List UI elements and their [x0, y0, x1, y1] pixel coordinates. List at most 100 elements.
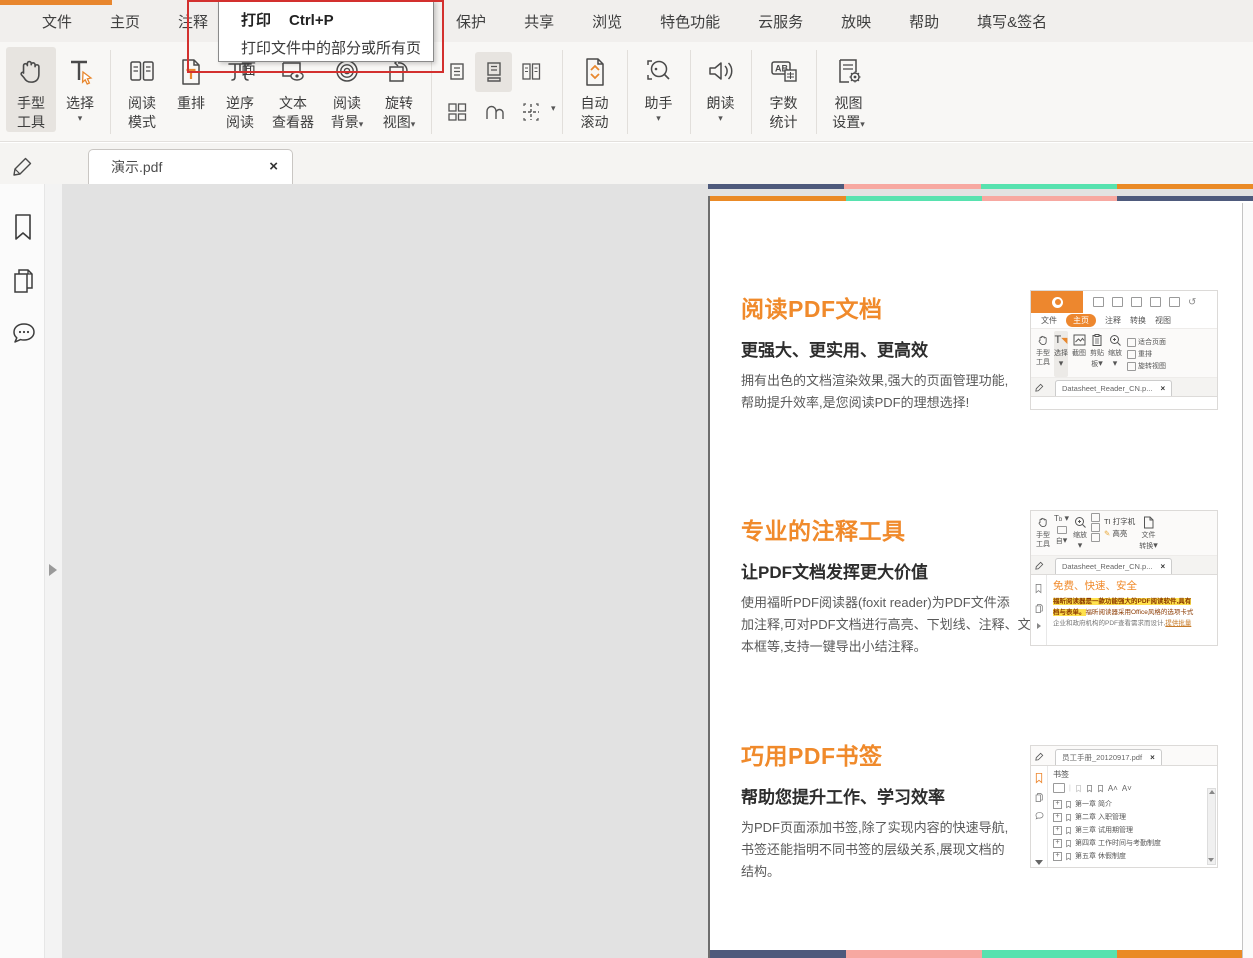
font-smaller-icon: A˅ [1122, 784, 1132, 793]
reflow-button[interactable]: 重排 [167, 47, 215, 113]
section-subtitle: 更强大、更实用、更高效 [741, 336, 1033, 361]
facing-view-button[interactable] [512, 52, 549, 92]
assistant-caret[interactable] [656, 113, 661, 123]
page-layout-caret[interactable] [551, 103, 556, 113]
navigation-sidebar [0, 184, 45, 958]
reflow-mini-icon [1127, 350, 1136, 359]
tooltip-description: 打印文件中的部分或所有页面 [241, 37, 433, 79]
section-subtitle: 让PDF文档发挥更大价值 [741, 558, 1033, 583]
mini-bookmark-icon-active [1034, 772, 1044, 784]
view-settings-button[interactable]: 视图设置 [823, 47, 875, 132]
mini-menu-comment: 注释 [1105, 315, 1121, 326]
section-bookmarks: 巧用PDF书签 帮助您提升工作、学习效率 为PDF页面添加书签,除了实现内容的快… [741, 737, 1033, 883]
section-title: 阅读PDF文档 [741, 290, 1033, 324]
edit-pencil-icon[interactable] [12, 153, 36, 177]
font-larger-icon: A˄ [1108, 784, 1118, 793]
tab-close-icon[interactable] [269, 160, 278, 174]
continuous-view-button[interactable] [475, 52, 512, 92]
menu-cloud[interactable]: 云服务 [758, 11, 803, 32]
select-text-icon [65, 50, 95, 94]
mini-pages-icon [1034, 603, 1044, 614]
menu-fill-sign[interactable]: 填写&签名 [977, 11, 1047, 32]
toolbar-divider [690, 50, 691, 134]
pages-panel-icon[interactable] [10, 266, 36, 296]
mini-menu-file: 文件 [1041, 315, 1057, 326]
assistant-button[interactable]: 助手 [634, 47, 684, 123]
section-annotation-tools: 专业的注释工具 让PDF文档发挥更大价值 使用福昕PDF阅读器(foxit re… [741, 512, 1033, 658]
menu-home[interactable]: 主页 [110, 11, 140, 32]
bookmark-next-icon [1086, 784, 1093, 793]
word-count-button[interactable]: AB 字数统计 [758, 47, 810, 132]
read-aloud-button[interactable]: 朗读 [697, 47, 745, 123]
read-mode-icon [126, 50, 158, 94]
mini-sidebar [1031, 766, 1048, 867]
toolbar-divider [751, 50, 752, 134]
rotate-view-caret[interactable] [411, 119, 416, 129]
pdf-page: 阅读PDF文档 更强大、更实用、更高效 拥有出色的文档渲染效果,强大的页面管理功… [708, 196, 1253, 958]
view-settings-caret[interactable] [860, 119, 865, 129]
mini-page-tools-column [1091, 513, 1100, 555]
read-background-caret[interactable] [359, 119, 364, 129]
mini-document-tab: Datasheet_Reader_CN.p... [1055, 558, 1172, 574]
menu-browse[interactable]: 浏览 [592, 11, 622, 32]
bookmarks-panel-icon[interactable] [10, 212, 36, 242]
menu-file[interactable]: 文件 [42, 11, 72, 32]
mini-pencil-icon [1035, 382, 1045, 392]
toolbar-divider [816, 50, 817, 134]
mini-quick-access-toolbar: ↺ [1093, 297, 1196, 308]
expand-all-icon [1053, 783, 1065, 793]
mini-title-bar: ↺ [1031, 291, 1217, 313]
menu-features[interactable]: 特色功能 [660, 11, 720, 32]
mini-comments-icon [1034, 811, 1045, 821]
page-layout-group [438, 47, 549, 132]
toolbar: 手型工具 选择 阅读模式 重排 逆序阅读 [0, 42, 1253, 142]
mini-panel-title: 书签 [1053, 769, 1215, 780]
menu-share[interactable]: 共享 [524, 11, 554, 32]
mini-menu-convert: 转换 [1130, 315, 1146, 326]
mini-tab-bar: Datasheet_Reader_CN.p... [1031, 378, 1217, 397]
mini-toolbar: 手型工具 T◥ 选择 截图 剪贴板 [1031, 328, 1217, 378]
toolbar-divider [627, 50, 628, 134]
document-tab[interactable]: 演示.pdf [88, 149, 293, 184]
mini-hand-tool: 手型工具 [1036, 331, 1050, 377]
menu-protect[interactable]: 保护 [456, 11, 486, 32]
vertical-scrollbar[interactable] [1242, 203, 1253, 958]
read-aloud-caret[interactable] [718, 113, 723, 123]
read-mode-button[interactable]: 阅读模式 [117, 47, 167, 132]
mini-tab-close-icon [1160, 384, 1165, 393]
expand-panel-arrow[interactable] [49, 564, 57, 576]
bookmark-item: 第二章 入职管理 [1053, 811, 1215, 824]
open-icon [1093, 297, 1104, 307]
mini-snapshot-icon [1057, 526, 1067, 534]
mini-panel-toolbar: | A˄ A˅ [1053, 783, 1215, 793]
continuous-facing-view-button[interactable] [438, 92, 475, 132]
select-dropdown-caret[interactable] [78, 113, 83, 123]
reflow-icon [177, 50, 205, 94]
book-view-button[interactable] [475, 92, 512, 132]
menu-present[interactable]: 放映 [841, 11, 871, 32]
hand-tool-button[interactable]: 手型工具 [6, 47, 56, 132]
mini-menu-bar: 文件 主页 注释 转换 视图 [1031, 313, 1217, 328]
rotate-mini-icon [1127, 362, 1136, 371]
split-view-button[interactable] [512, 92, 549, 132]
select-tool-button[interactable]: 选择 [56, 47, 104, 123]
foxit-logo [1031, 291, 1083, 313]
menu-help[interactable]: 帮助 [909, 11, 939, 32]
thumbnail-annotate-ui: 手型工具 Tb 自 缩放 [1030, 510, 1218, 646]
bookmark-prev-icon [1097, 784, 1104, 793]
toolbar-divider [110, 50, 111, 134]
bookmark-item: 第四章 工作时间与考勤制度 [1053, 837, 1215, 850]
tooltip-title: 打印 [241, 12, 271, 29]
mini-rail-caret [1035, 860, 1043, 865]
comments-panel-icon[interactable] [10, 320, 38, 348]
word-count-icon: AB [767, 50, 801, 94]
single-page-view-button[interactable] [438, 52, 475, 92]
mini-tab-bar: Datasheet_Reader_CN.p... [1031, 556, 1217, 575]
mini-sidebar [1031, 575, 1047, 646]
panel-collapse-strip [45, 184, 63, 958]
menu-comment[interactable]: 注释 [178, 11, 208, 32]
print-icon [1131, 297, 1142, 307]
mini-tab-close-icon [1160, 562, 1165, 571]
auto-scroll-button[interactable]: 自动滚动 [569, 47, 621, 132]
document-canvas: 阅读PDF文档 更强大、更实用、更高效 拥有出色的文档渲染效果,强大的页面管理功… [63, 184, 1253, 958]
